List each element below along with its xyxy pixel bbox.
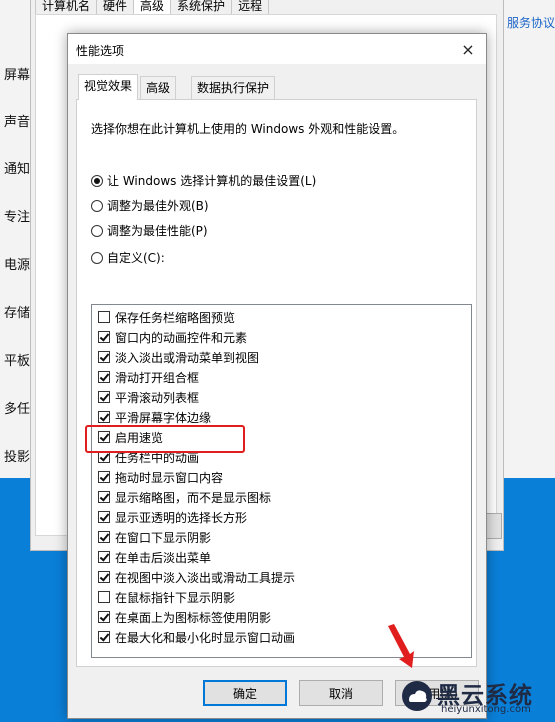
checkbox-icon[interactable] bbox=[98, 571, 110, 583]
checkbox-icon[interactable] bbox=[98, 311, 110, 323]
list-item-label: 在窗口下显示阴影 bbox=[115, 530, 212, 545]
settings-sidebar-label[interactable]: 声音 bbox=[4, 111, 30, 130]
list-item[interactable]: 拖动时显示窗口内容 bbox=[98, 467, 223, 487]
checkbox-icon[interactable] bbox=[98, 631, 110, 643]
checkbox-icon[interactable] bbox=[98, 531, 110, 543]
system-properties-tab[interactable]: 高级 bbox=[133, 0, 172, 15]
settings-sidebar-label[interactable]: 电源 bbox=[4, 254, 30, 273]
cloud-logo-icon bbox=[402, 681, 432, 711]
radio-label: 调整为最佳性能(P) bbox=[107, 224, 208, 238]
list-item-label: 在鼠标指针下显示阴影 bbox=[115, 590, 236, 605]
radio-best-settings[interactable]: 让 Windows 选择计算机的最佳设置(L) bbox=[91, 172, 316, 189]
list-item[interactable]: 在桌面上为图标标签使用阴影 bbox=[98, 607, 271, 627]
watermark: 黑云系统 heiyunxitong.com bbox=[395, 672, 555, 722]
radio-custom[interactable]: 自定义(C): bbox=[91, 249, 165, 266]
list-item-label: 保存任务栏缩略图预览 bbox=[115, 310, 236, 325]
list-item[interactable]: 显示缩略图，而不是显示图标 bbox=[98, 487, 271, 507]
list-item[interactable]: 在鼠标指针下显示阴影 bbox=[98, 587, 235, 607]
list-item-label: 滑动打开组合框 bbox=[115, 370, 200, 385]
red-arrow-icon bbox=[388, 624, 414, 668]
title-bar: 性能选项 × bbox=[68, 34, 486, 64]
checkbox-icon[interactable] bbox=[98, 371, 110, 383]
checkbox-icon[interactable] bbox=[98, 391, 110, 403]
visual-effects-panel: 选择你想在此计算机上使用的 Windows 外观和性能设置。 让 Windows… bbox=[76, 99, 477, 667]
list-item-label: 淡入淡出或滑动菜单到视图 bbox=[115, 350, 260, 365]
list-item-label: 在单击后淡出菜单 bbox=[115, 550, 212, 565]
settings-sidebar-label[interactable]: 通知 bbox=[4, 158, 30, 177]
list-item[interactable]: 窗口内的动画控件和元素 bbox=[98, 327, 247, 347]
radio-icon bbox=[91, 251, 103, 264]
checkbox-icon[interactable] bbox=[98, 411, 110, 423]
list-item[interactable]: 在最大化和最小化时显示窗口动画 bbox=[98, 627, 295, 647]
list-item[interactable]: 在窗口下显示阴影 bbox=[98, 527, 211, 547]
list-item[interactable]: 在视图中淡入淡出或滑动工具提示 bbox=[98, 567, 295, 587]
radio-icon bbox=[91, 224, 103, 237]
list-item-label: 在桌面上为图标标签使用阴影 bbox=[115, 610, 272, 625]
tab-data-execution-prevention[interactable]: 数据执行保护 bbox=[191, 76, 276, 99]
list-item[interactable]: 淡入淡出或滑动菜单到视图 bbox=[98, 347, 259, 367]
radio-label: 自定义(C): bbox=[107, 251, 165, 265]
settings-sidebar-label[interactable]: 多任 bbox=[4, 398, 30, 417]
settings-sidebar-label[interactable]: 专注 bbox=[4, 206, 30, 225]
highlight-box bbox=[85, 425, 245, 453]
ok-button[interactable]: 确定 bbox=[203, 680, 287, 706]
list-item-label: 显示亚透明的选择长方形 bbox=[115, 510, 248, 525]
list-item[interactable]: 在单击后淡出菜单 bbox=[98, 547, 211, 567]
list-item[interactable]: 滑动打开组合框 bbox=[98, 367, 199, 387]
radio-icon bbox=[91, 174, 103, 187]
visual-effects-list[interactable]: 保存任务栏缩略图预览 窗口内的动画控件和元素 淡入淡出或滑动菜单到视图 滑动打开组合框… bbox=[91, 304, 472, 658]
system-properties-tab[interactable]: 硬件 bbox=[96, 0, 135, 15]
checkbox-icon[interactable] bbox=[98, 491, 110, 503]
service-agreement-link[interactable]: 服务协议 bbox=[507, 14, 555, 31]
settings-sidebar-label[interactable]: 平板 bbox=[4, 350, 30, 369]
tab-advanced[interactable]: 高级 bbox=[140, 76, 177, 99]
settings-sidebar-label[interactable]: 屏幕 bbox=[4, 64, 30, 83]
cancel-button[interactable]: 取消 bbox=[299, 680, 383, 706]
panel-description: 选择你想在此计算机上使用的 Windows 外观和性能设置。 bbox=[91, 122, 405, 136]
system-properties-tab[interactable]: 远程 bbox=[231, 0, 270, 15]
system-properties-tab[interactable]: 系统保护 bbox=[170, 0, 233, 15]
tab-visual-effects[interactable]: 视觉效果 bbox=[78, 74, 139, 100]
watermark-url: heiyunxitong.com bbox=[441, 704, 531, 715]
list-item-label: 平滑滚动列表框 bbox=[115, 390, 200, 405]
list-item-label: 平滑屏幕字体边缘 bbox=[115, 410, 212, 425]
radio-label: 调整为最佳外观(B) bbox=[107, 199, 209, 213]
list-item-label: 在视图中淡入淡出或滑动工具提示 bbox=[115, 570, 296, 585]
checkbox-icon[interactable] bbox=[98, 611, 110, 623]
radio-label: 让 Windows 选择计算机的最佳设置(L) bbox=[107, 174, 317, 188]
radio-best-performance[interactable]: 调整为最佳性能(P) bbox=[91, 222, 208, 239]
checkbox-icon[interactable] bbox=[98, 511, 110, 523]
checkbox-icon[interactable] bbox=[98, 551, 110, 563]
checkbox-icon[interactable] bbox=[98, 351, 110, 363]
list-item-label: 窗口内的动画控件和元素 bbox=[115, 330, 248, 345]
radio-best-appearance[interactable]: 调整为最佳外观(B) bbox=[91, 197, 209, 214]
settings-sidebar-label[interactable]: 投影 bbox=[4, 446, 30, 465]
settings-sidebar-label[interactable]: 存储 bbox=[4, 302, 30, 321]
dialog-title: 性能选项 bbox=[76, 44, 125, 58]
list-item[interactable]: 保存任务栏缩略图预览 bbox=[98, 307, 235, 327]
checkbox-icon[interactable] bbox=[98, 331, 110, 343]
performance-options-dialog: 性能选项 × 视觉效果 高级 数据执行保护 选择你想在此计算机上使用的 Wind… bbox=[67, 33, 487, 719]
list-item-label: 在最大化和最小化时显示窗口动画 bbox=[115, 630, 296, 645]
list-item-label: 拖动时显示窗口内容 bbox=[115, 470, 224, 485]
checkbox-icon[interactable] bbox=[98, 471, 110, 483]
list-item-label: 显示缩略图，而不是显示图标 bbox=[115, 490, 272, 505]
system-properties-tab[interactable]: 计算机名 bbox=[35, 0, 98, 15]
close-icon[interactable]: × bbox=[456, 38, 480, 60]
checkbox-icon[interactable] bbox=[98, 591, 110, 603]
list-item[interactable]: 平滑屏幕字体边缘 bbox=[98, 407, 211, 427]
radio-icon bbox=[91, 199, 103, 212]
list-item[interactable]: 显示亚透明的选择长方形 bbox=[98, 507, 247, 527]
system-properties-tabs: 计算机名 硬件 高级 系统保护 远程 bbox=[35, 0, 270, 15]
list-item[interactable]: 平滑滚动列表框 bbox=[98, 387, 199, 407]
